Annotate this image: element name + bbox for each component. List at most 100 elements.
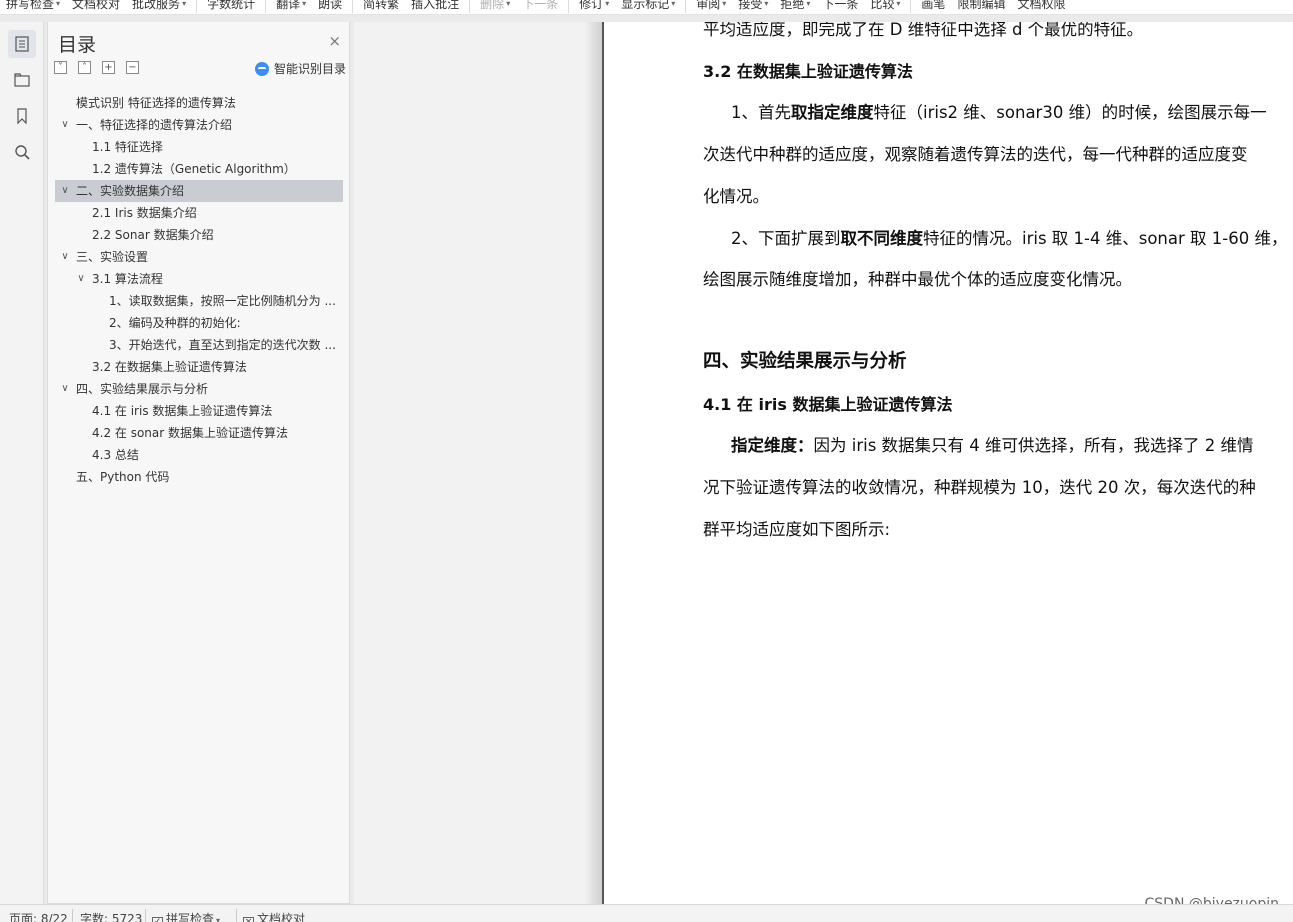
tab-navigation-button[interactable] xyxy=(8,66,36,94)
toolbar-button-label: 比较 xyxy=(870,0,895,11)
toolbar-button-label: 字数统计 xyxy=(207,0,256,11)
toolbar-button[interactable]: 显示标记 ▾ xyxy=(615,0,681,14)
toolbar-button-label: 修订 xyxy=(579,0,604,11)
toc-item[interactable]: 3、开始迭代，直至达到指定的迭代次数 ... xyxy=(55,334,343,356)
ribbon-toolbar: 拼写检查 ▾ 文档校对 批改服务 ▾ 字数统计 翻译 ▾ 朗读 简转繁 插入批注 删除 ▾ 下一条 修订 ▾ 显… xyxy=(0,0,1293,15)
toc-item[interactable]: ∨ 一、特征选择的遗传算法介绍 xyxy=(55,114,343,136)
toolbar-button[interactable]: 接受 ▾ xyxy=(732,0,774,14)
toolbar-button-label: 删除 xyxy=(480,0,505,11)
toc-item[interactable]: 2.2 Sonar 数据集介绍 xyxy=(55,224,343,246)
smart-catalog-label: 智能识别目录 xyxy=(273,62,346,76)
caret-down-icon: ▾ xyxy=(605,0,610,8)
toolbar-button[interactable]: 朗读 xyxy=(312,0,348,14)
caret-down-icon: ▾ xyxy=(806,0,811,8)
chevron-down-icon[interactable]: ∨ xyxy=(60,246,70,268)
toc-item[interactable]: ∨ 二、实验数据集介绍 xyxy=(55,180,343,202)
document-outline-icon xyxy=(15,36,29,52)
document-page[interactable]: 平均适应度，即完成了在 D 维特征中选择 d 个最优的特征。 3.2 在数据集上… xyxy=(604,22,1293,904)
toolbar-button[interactable]: 下一条 xyxy=(816,0,864,14)
toolbar-button[interactable]: 简转繁 xyxy=(357,0,405,14)
expand-all-button[interactable]: + xyxy=(102,61,115,74)
toc-item[interactable]: ∨ 三、实验设置 xyxy=(55,246,343,268)
toolbar-button-label: 文档校对 xyxy=(72,0,121,11)
toc-item-label: 4.1 在 iris 数据集上验证遗传算法 xyxy=(92,404,273,418)
collapse-all-button[interactable]: − xyxy=(126,61,139,74)
outline-tools: ˅ ˄ + − xyxy=(54,61,150,74)
toolbar-button[interactable]: 文档校对 xyxy=(66,0,126,14)
toc-item-label: 四、实验结果展示与分析 xyxy=(76,382,209,396)
close-icon[interactable]: × xyxy=(328,32,341,50)
ai-assistant-icon xyxy=(254,61,269,76)
caret-down-icon: ▾ xyxy=(182,0,187,8)
page-shadow xyxy=(584,22,602,904)
smart-catalog-button[interactable]: 智能识别目录 xyxy=(254,60,346,77)
toc-item[interactable]: 1.2 遗传算法（Genetic Algorithm） xyxy=(55,158,343,180)
toc-item[interactable]: 1.1 特征选择 xyxy=(55,136,343,158)
toc-item[interactable]: 2、编码及种群的初始化: xyxy=(55,312,343,334)
toc-item[interactable]: 模式识别 特征选择的遗传算法 xyxy=(55,92,343,114)
doc-text-line: 群平均适应度如下图所示: xyxy=(703,520,891,539)
toolbar-button[interactable]: 拒绝 ▾ xyxy=(774,0,816,14)
toolbar-button-label: 显示标记 xyxy=(621,0,670,11)
toolbar-button[interactable]: 批改服务 ▾ xyxy=(126,0,192,14)
outline-title: 目录 xyxy=(58,34,97,56)
toolbar-button[interactable]: 审阅 ▾ xyxy=(690,0,732,14)
toolbar-button-label: 拼写检查 xyxy=(6,0,55,11)
toolbar-button[interactable]: 下一条 xyxy=(516,0,564,14)
toolbar-button-label: 接受 xyxy=(738,0,763,11)
toolbar-button[interactable]: 翻译 ▾ xyxy=(270,0,312,14)
expand-down-button[interactable]: ˅ xyxy=(54,61,67,74)
section-heading: 4.1 在 iris 数据集上验证遗传算法 xyxy=(703,395,953,414)
chevron-down-icon[interactable]: ∨ xyxy=(60,114,70,136)
toolbar-button[interactable]: 字数统计 xyxy=(201,0,261,14)
toolbar-divider xyxy=(568,0,570,13)
toolbar-button-label: 下一条 xyxy=(822,0,859,11)
chevron-down-icon[interactable]: ∨ xyxy=(76,268,86,290)
toolbar-button[interactable]: 修订 ▾ xyxy=(573,0,615,14)
toc-item-label: 4.3 总结 xyxy=(92,448,139,462)
chevron-down-icon[interactable]: ∨ xyxy=(60,180,70,202)
toolbar-button[interactable]: 拼写检查 ▾ xyxy=(0,0,66,14)
outline-toggle-button[interactable] xyxy=(8,30,36,58)
toc-item-label: 3.1 算法流程 xyxy=(92,272,163,286)
toc-item[interactable]: ∨ 3.1 算法流程 xyxy=(55,268,343,290)
toolbar-divider xyxy=(352,0,354,13)
spell-check-toggle[interactable]: ✓ 拼写检查 ▾ xyxy=(152,911,220,922)
search-icon xyxy=(15,145,30,160)
section-heading: 3.2 在数据集上验证遗传算法 xyxy=(703,62,913,81)
toolbar-button[interactable]: 插入批注 xyxy=(405,0,465,14)
toc-item[interactable]: 4.1 在 iris 数据集上验证遗传算法 xyxy=(55,400,343,422)
doc-text-line: 指定维度：因为 iris 数据集只有 4 维可供选择，所有，我选择了 2 维情 xyxy=(731,436,1254,455)
toolbar-button-label: 画笔 xyxy=(921,0,946,11)
toolbar-button[interactable]: 限制编辑 xyxy=(951,0,1011,14)
collapse-up-button[interactable]: ˄ xyxy=(78,61,91,74)
toc-item[interactable]: 2.1 Iris 数据集介绍 xyxy=(55,202,343,224)
toc-item-label: 3、开始迭代，直至达到指定的迭代次数 ... xyxy=(109,338,336,352)
proofread-toggle[interactable]: × 文档校对 xyxy=(243,911,305,922)
caret-down-icon: ▾ xyxy=(56,0,61,8)
toc-item-label: 2.2 Sonar 数据集介绍 xyxy=(92,228,214,242)
doc-text-line: 况下验证遗传算法的收敛情况，种群规模为 10，迭代 20 次，每次迭代的种 xyxy=(703,478,1256,497)
caret-down-icon: ▾ xyxy=(896,0,901,8)
toolbar-button[interactable]: 画笔 xyxy=(915,0,951,14)
toolbar-button[interactable]: 比较 ▾ xyxy=(864,0,906,14)
status-divider xyxy=(145,909,146,922)
toc-item-label: 二、实验数据集介绍 xyxy=(76,184,185,198)
toc-item-label: 1.1 特征选择 xyxy=(92,140,163,154)
chevron-down-icon[interactable]: ∨ xyxy=(60,378,70,400)
chevron-up-icon: ˄ xyxy=(82,62,87,73)
toc-item[interactable]: ∨ 四、实验结果展示与分析 xyxy=(55,378,343,400)
search-button[interactable] xyxy=(8,138,36,166)
toc-item[interactable]: 4.2 在 sonar 数据集上验证遗传算法 xyxy=(55,422,343,444)
toc-item-label: 1.2 遗传算法（Genetic Algorithm） xyxy=(92,162,296,176)
toolbar-button[interactable]: 文档权限 xyxy=(1011,0,1071,14)
bookmark-button[interactable] xyxy=(8,102,36,130)
page-indicator[interactable]: 页面: 8/22 xyxy=(9,911,68,922)
toc-item[interactable]: 1、读取数据集，按照一定比例随机分为 ... xyxy=(55,290,343,312)
toolbar-button[interactable]: 删除 ▾ xyxy=(474,0,516,14)
word-count[interactable]: 字数: 5723 xyxy=(80,911,142,922)
toc-item[interactable]: 五、Python 代码 xyxy=(55,466,343,488)
toc-item[interactable]: 3.2 在数据集上验证遗传算法 xyxy=(55,356,343,378)
toc-item[interactable]: 4.3 总结 xyxy=(55,444,343,466)
toolbar-divider xyxy=(469,0,471,13)
